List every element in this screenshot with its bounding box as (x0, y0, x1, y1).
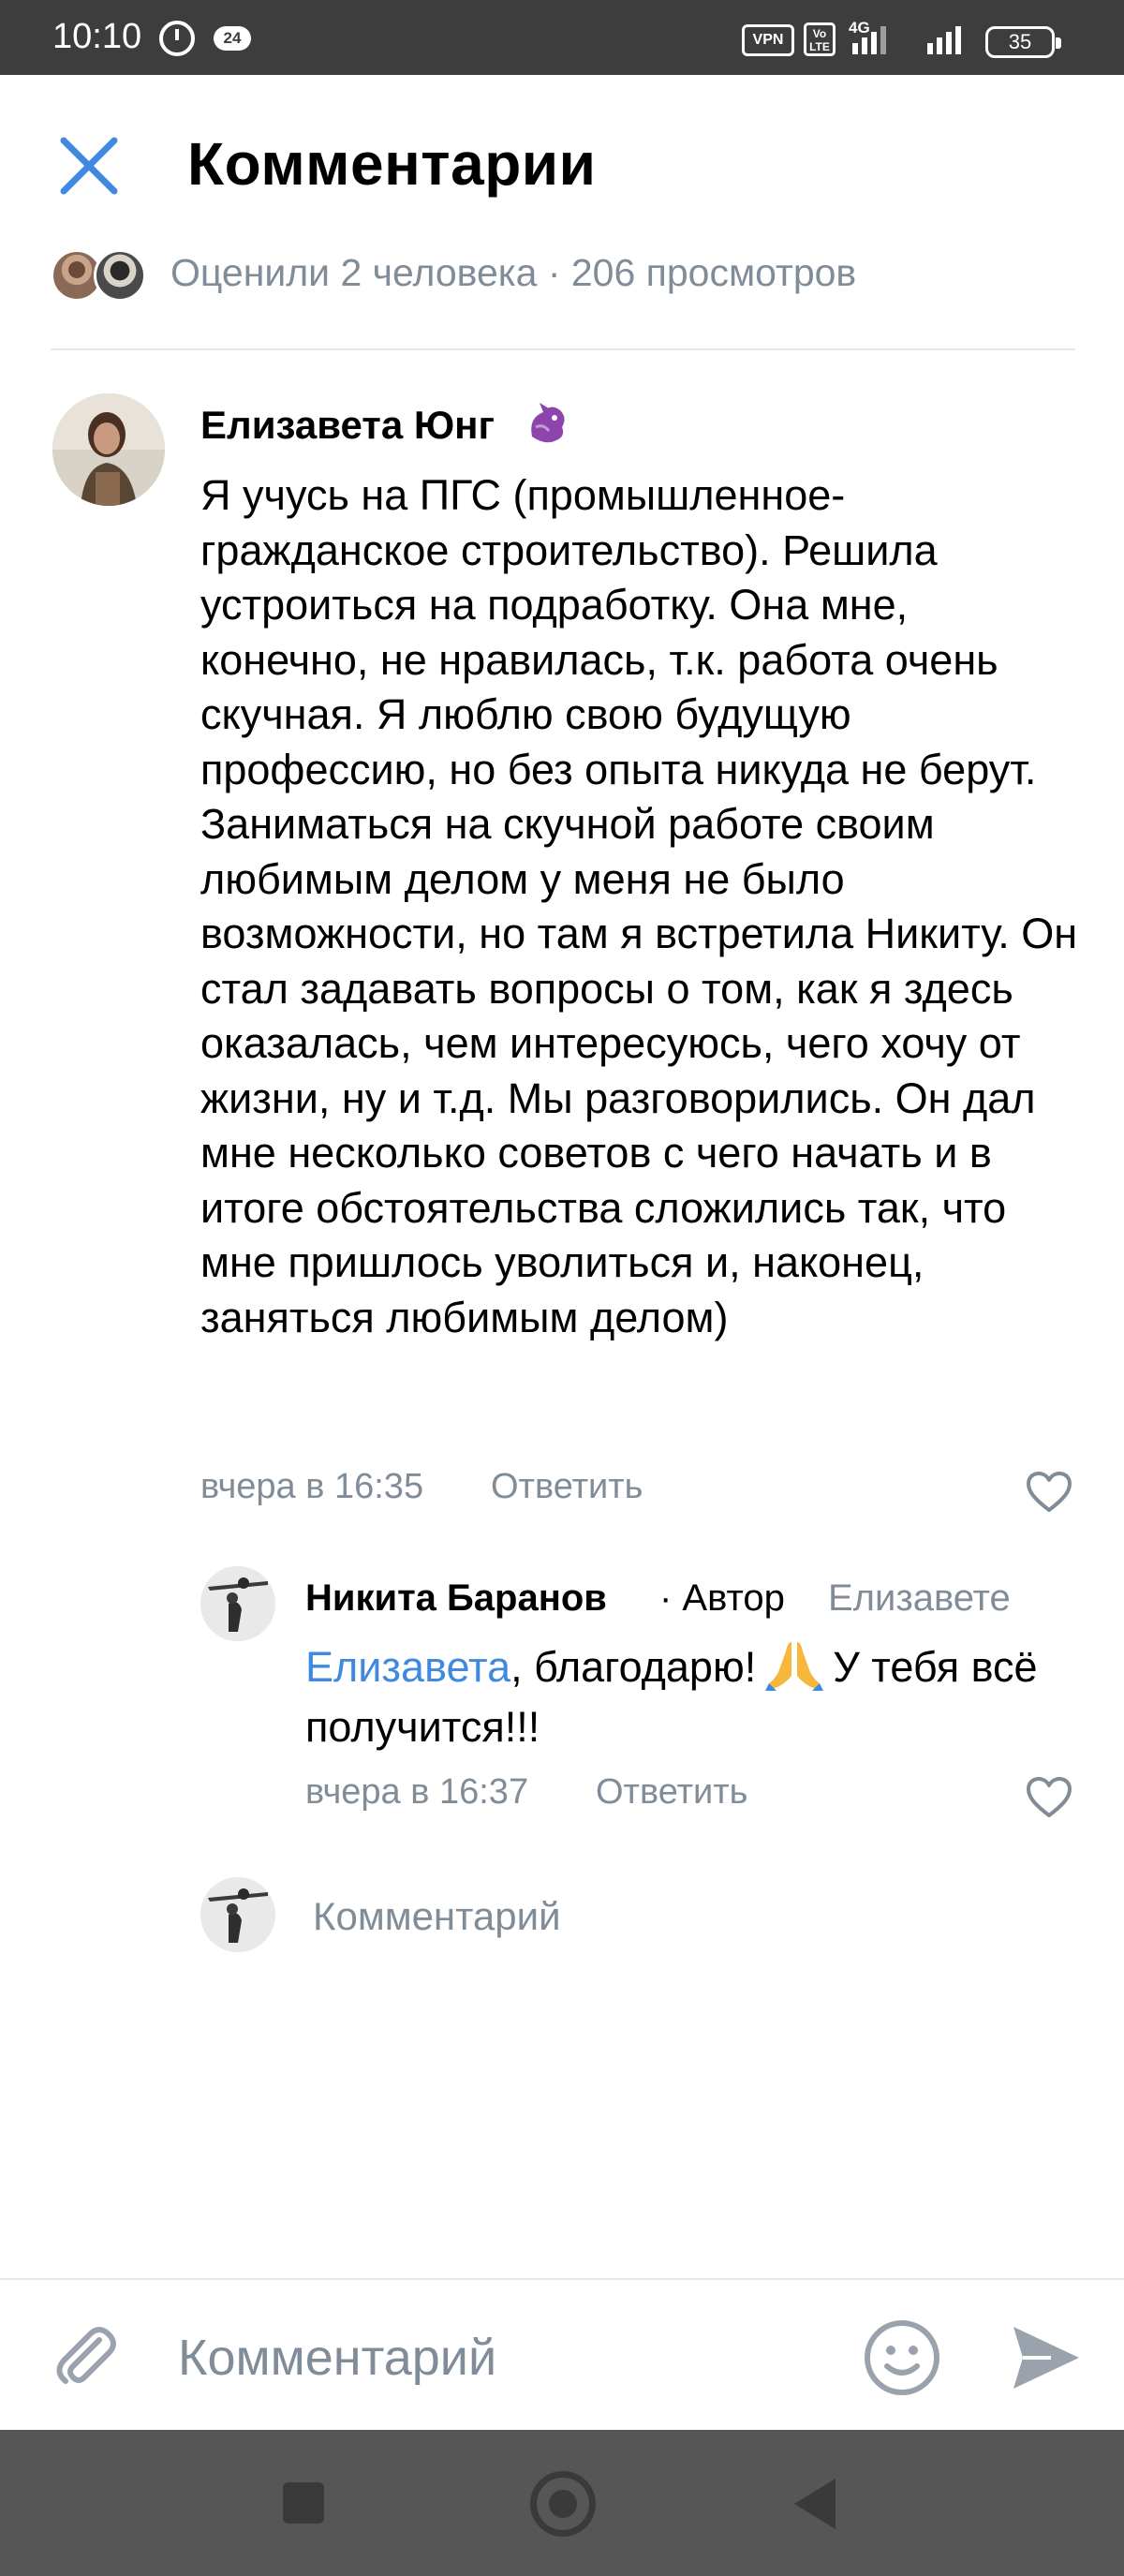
send-button[interactable] (1008, 2321, 1083, 2394)
avatar[interactable] (200, 1566, 275, 1641)
back-button[interactable] (794, 2479, 836, 2529)
inline-comment-input[interactable]: Комментарий (313, 1894, 561, 1939)
comment-text: Я учусь на ПГС (промышленное-гражданское… (200, 471, 1078, 1341)
comment-input[interactable]: Комментарий (178, 2329, 496, 2387)
avatar (94, 249, 146, 302)
author-tag: · Автор (659, 1577, 785, 1619)
status-bar: 10:10 24 VPN Vo LTE 4G 35 (0, 0, 1124, 75)
heart-icon (1027, 1777, 1072, 1817)
network-type-label: 4G (849, 19, 870, 37)
likers-avatars[interactable] (51, 249, 154, 305)
notification-badge-icon: 24 (214, 26, 251, 51)
system-nav-bar (0, 2430, 1124, 2576)
mention-link[interactable]: Елизавета (305, 1643, 510, 1691)
reply-text-part: , благодарю! (510, 1643, 757, 1691)
purple-dragon-emoji-icon (523, 399, 571, 448)
volte-icon: Vo LTE (804, 22, 836, 56)
vpn-icon: VPN (742, 24, 794, 56)
page-title: Комментарии (187, 130, 597, 198)
heart-icon (1027, 1472, 1072, 1512)
avatar (200, 1877, 275, 1952)
emoji-button[interactable] (862, 2317, 942, 2398)
reply-button[interactable]: Ответить (596, 1772, 747, 1813)
battery-icon: 35 (985, 26, 1061, 58)
comment-time: вчера в 16:35 (200, 1467, 424, 1506)
reply-to-link[interactable]: Елизавете (828, 1577, 1011, 1620)
alarm-icon (159, 21, 195, 56)
comment-author-name[interactable]: Елизавета Юнг (200, 403, 495, 448)
comment-input-bar: Комментарий (0, 2280, 1124, 2430)
close-icon (60, 137, 118, 195)
recent-apps-button[interactable] (283, 2482, 324, 2524)
smile-icon (865, 2320, 939, 2395)
paperclip-icon (56, 2327, 116, 2384)
reply-author-name[interactable]: Никита Баранов (305, 1577, 607, 1620)
attach-button[interactable] (47, 2319, 122, 2394)
send-icon (1013, 2327, 1079, 2389)
home-button[interactable] (530, 2471, 596, 2537)
like-button[interactable] (1025, 1469, 1073, 1517)
avatar[interactable] (52, 393, 165, 506)
page: 10:10 24 VPN Vo LTE 4G 35 Комментарии Оц… (0, 0, 1124, 2576)
likes-summary[interactable]: Оценили 2 человека · 206 просмотров (170, 251, 856, 295)
divider (51, 348, 1075, 350)
reply-text: Елизавета, благодарю! У тебя всё получит… (305, 1637, 1073, 1757)
comments-sheet: Комментарии Оценили 2 человека · 206 про… (0, 75, 1124, 2430)
reply-time: вчера в 16:37 (305, 1772, 529, 1812)
status-time: 10:10 (52, 17, 142, 56)
folded-hands-emoji-icon (763, 1638, 825, 1691)
like-button[interactable] (1025, 1774, 1073, 1823)
close-button[interactable] (56, 133, 122, 199)
reply-button[interactable]: Ответить (491, 1467, 643, 1507)
